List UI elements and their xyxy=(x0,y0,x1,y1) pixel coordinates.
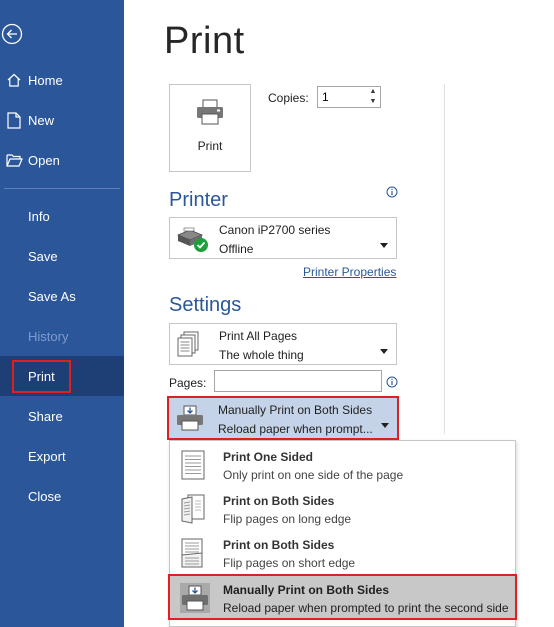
duplex-options-menu: Print One Sided Only print on one side o… xyxy=(168,440,517,627)
copies-stepper[interactable]: ▲ ▼ xyxy=(317,86,381,108)
menu-item-title: Print on Both Sides xyxy=(223,494,335,508)
sidebar-item-home[interactable]: Home xyxy=(0,60,124,100)
menu-item-title: Manually Print on Both Sides xyxy=(223,583,390,597)
printer-icon xyxy=(196,99,224,130)
printer-name: Canon iP2700 series xyxy=(219,223,331,237)
menu-item-subtitle: Flip pages on short edge xyxy=(223,556,356,570)
sidebar-item-label: Share xyxy=(28,408,63,424)
home-icon xyxy=(2,72,26,88)
duplex-title: Manually Print on Both Sides xyxy=(218,403,373,417)
print-range-dropdown[interactable]: Print All Pages The whole thing xyxy=(169,323,397,365)
pages-label: Pages: xyxy=(169,376,207,390)
sidebar-item-label: Open xyxy=(28,152,60,168)
sidebar-divider xyxy=(4,188,120,189)
panel-divider xyxy=(444,84,445,434)
sidebar-item-print[interactable]: Print xyxy=(0,356,124,396)
sidebar-item-label: Save xyxy=(28,248,58,264)
info-icon[interactable] xyxy=(386,375,398,393)
print-range-title: Print All Pages xyxy=(219,329,298,343)
menu-item-print-both-long-edge[interactable]: Print on Both Sides Flip pages on long e… xyxy=(170,487,515,531)
sidebar-item-new[interactable]: New xyxy=(0,100,124,140)
back-button[interactable] xyxy=(0,23,24,50)
new-document-icon xyxy=(2,111,26,129)
sidebar-item-label: Info xyxy=(28,208,50,224)
sidebar-item-history: History xyxy=(0,316,124,356)
print-button[interactable]: Print xyxy=(169,84,251,172)
duplex-subtitle: Reload paper when prompt... xyxy=(218,422,373,436)
manual-duplex-icon xyxy=(179,582,211,619)
long-edge-flip-icon xyxy=(179,493,207,530)
duplex-dropdown[interactable]: Manually Print on Both Sides Reload pape… xyxy=(167,396,399,440)
copies-input[interactable] xyxy=(322,89,366,105)
chevron-down-icon xyxy=(380,341,388,359)
printer-dropdown[interactable]: Canon iP2700 series Offline xyxy=(169,217,397,259)
sidebar-item-label: History xyxy=(28,328,69,344)
settings-section-title: Settings xyxy=(169,294,242,316)
printer-section-title: Printer xyxy=(169,189,228,211)
sidebar-item-label: Export xyxy=(28,448,66,464)
spin-up-icon[interactable]: ▲ xyxy=(367,87,379,97)
menu-item-print-one-sided[interactable]: Print One Sided Only print on one side o… xyxy=(170,443,515,487)
sidebar-item-info[interactable]: Info xyxy=(0,196,124,236)
printer-status: Offline xyxy=(219,242,254,256)
sidebar-item-label: Print xyxy=(12,359,71,393)
copies-label: Copies: xyxy=(268,91,309,105)
backstage-sidebar: Home New Open Info Save Save As History … xyxy=(0,0,124,627)
sidebar-item-label: Save As xyxy=(28,288,76,304)
menu-item-manual-duplex[interactable]: Manually Print on Both Sides Reload pape… xyxy=(168,574,517,620)
sidebar-item-open[interactable]: Open xyxy=(0,140,124,180)
sidebar-item-label: New xyxy=(28,112,55,128)
page-title: Print xyxy=(164,20,245,62)
sidebar-item-save-as[interactable]: Save As xyxy=(0,276,124,316)
sidebar-item-share[interactable]: Share xyxy=(0,396,124,436)
open-folder-icon xyxy=(2,153,26,167)
sidebar-item-export[interactable]: Export xyxy=(0,436,124,476)
printer-properties-link[interactable]: Printer Properties xyxy=(303,265,396,279)
info-icon[interactable] xyxy=(386,185,398,203)
spin-down-icon[interactable]: ▼ xyxy=(367,97,379,107)
short-edge-flip-icon xyxy=(179,537,207,574)
one-sided-icon xyxy=(179,449,207,486)
sidebar-item-save[interactable]: Save xyxy=(0,236,124,276)
chevron-down-icon xyxy=(381,415,389,433)
menu-item-title: Print on Both Sides xyxy=(223,538,335,552)
sidebar-item-label: Home xyxy=(28,72,63,88)
back-arrow-icon xyxy=(1,23,23,50)
chevron-down-icon xyxy=(380,235,388,253)
menu-item-title: Print One Sided xyxy=(223,450,314,464)
menu-item-subtitle: Flip pages on long edge xyxy=(223,512,352,526)
pages-icon xyxy=(176,331,204,364)
pages-input[interactable] xyxy=(214,370,382,392)
print-range-subtitle: The whole thing xyxy=(219,348,304,362)
menu-item-subtitle: Reload paper when prompted to print the … xyxy=(223,601,509,615)
menu-item-print-both-short-edge[interactable]: Print on Both Sides Flip pages on short … xyxy=(170,531,515,575)
menu-item-subtitle: Only print on one side of the page xyxy=(223,468,404,482)
print-button-label: Print xyxy=(197,139,223,153)
printer-ready-icon xyxy=(176,225,210,258)
sidebar-item-close[interactable]: Close xyxy=(0,476,124,516)
sidebar-item-label: Close xyxy=(28,488,62,504)
manual-duplex-icon xyxy=(175,405,205,436)
